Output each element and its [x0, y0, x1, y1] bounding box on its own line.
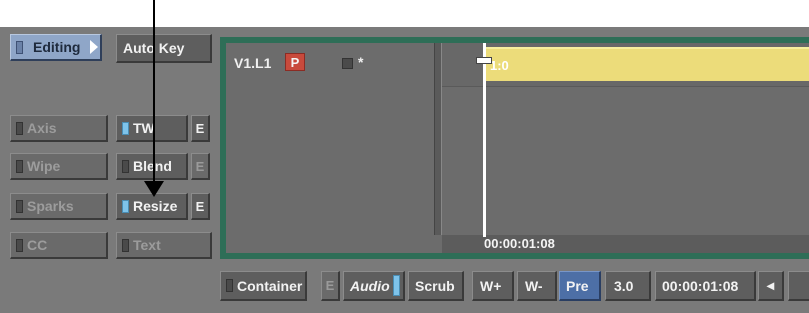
module-axis-button[interactable]: Axis: [10, 115, 108, 142]
pre-label: Pre: [566, 277, 589, 294]
container-edit-button[interactable]: E: [321, 271, 340, 301]
resize-edit-button[interactable]: E: [191, 193, 210, 220]
step-back-button[interactable]: ◂: [758, 271, 784, 301]
priority-badge[interactable]: P: [285, 53, 305, 71]
audio-label: Audio: [350, 277, 390, 294]
blend-edit-button[interactable]: E: [191, 153, 210, 180]
track-toggle-box[interactable]: [342, 58, 353, 69]
w-plus-button[interactable]: W+: [472, 271, 514, 301]
blend-edit-label: E: [195, 158, 205, 174]
audio-led: [393, 275, 400, 296]
editing-led: [16, 40, 23, 54]
track-divider[interactable]: [434, 43, 442, 235]
track-star: *: [358, 54, 364, 70]
module-sparks-button[interactable]: Sparks: [10, 193, 108, 220]
sparks-led: [16, 199, 23, 213]
annotation-arrow-line: [153, 0, 155, 182]
axis-label: Axis: [27, 120, 57, 136]
clip-label: 1:0: [490, 57, 509, 73]
autokey-button[interactable]: Auto Key: [116, 34, 212, 63]
playhead[interactable]: [483, 43, 486, 237]
timecode-value: 00:00:01:08: [662, 277, 739, 294]
wipe-label: Wipe: [27, 158, 61, 174]
editing-label: Editing: [33, 39, 81, 55]
container-button[interactable]: Container: [220, 271, 307, 301]
scrub-label: Scrub: [415, 277, 455, 294]
effect-text-button[interactable]: Text: [116, 232, 212, 259]
triangle-right-icon: [90, 40, 99, 54]
timecode-field[interactable]: 00:00:01:08: [655, 271, 756, 301]
editing-button[interactable]: Editing: [10, 34, 102, 61]
audio-button[interactable]: Audio: [343, 271, 405, 301]
wipe-led: [16, 159, 23, 173]
next-toolbar-button[interactable]: [788, 271, 809, 301]
resize-edit-label: E: [195, 198, 205, 214]
playhead-timecode: 00:00:01:08: [484, 236, 555, 251]
effect-blend-button[interactable]: Blend: [116, 153, 188, 180]
resize-label: Resize: [133, 198, 178, 214]
container-edit-label: E: [325, 278, 335, 293]
annotation-arrow-head: [144, 181, 164, 197]
cc-label: CC: [27, 237, 48, 253]
scrub-button[interactable]: Scrub: [408, 271, 464, 301]
resize-led: [122, 199, 129, 213]
pre-button[interactable]: Pre: [559, 271, 601, 301]
playhead-handle[interactable]: [476, 57, 492, 64]
track-label: V1.L1: [234, 55, 272, 71]
tw-edit-button[interactable]: E: [191, 115, 210, 142]
speed-value: 3.0: [614, 277, 634, 294]
tw-led: [122, 121, 129, 135]
speed-field[interactable]: 3.0: [605, 271, 651, 301]
container-led: [226, 279, 233, 292]
sparks-label: Sparks: [27, 198, 74, 214]
effect-resize-button[interactable]: Resize: [116, 193, 188, 220]
timeline-inner: V1.L1 P * 1:0 00:00:01:08: [226, 43, 809, 253]
w-minus-button[interactable]: W-: [517, 271, 557, 301]
module-cc-button[interactable]: CC: [10, 232, 108, 259]
blend-led: [122, 159, 129, 173]
tw-edit-label: E: [195, 120, 205, 136]
w-minus-label: W-: [525, 277, 543, 294]
axis-led: [16, 121, 23, 135]
clip-segment[interactable]: 1:0: [484, 47, 809, 81]
effect-tw-button[interactable]: TW: [116, 115, 188, 142]
priority-badge-label: P: [290, 54, 300, 70]
step-back-icon: ◂: [766, 277, 775, 293]
cc-led: [16, 238, 23, 252]
module-wipe-button[interactable]: Wipe: [10, 153, 108, 180]
w-plus-label: W+: [480, 277, 502, 294]
text-led: [122, 238, 129, 252]
timeline-area: V1.L1 P * 1:0 00:00:01:08: [220, 37, 809, 259]
text-label: Text: [133, 237, 161, 253]
tw-label: TW: [133, 120, 155, 136]
container-label: Container: [237, 277, 303, 294]
